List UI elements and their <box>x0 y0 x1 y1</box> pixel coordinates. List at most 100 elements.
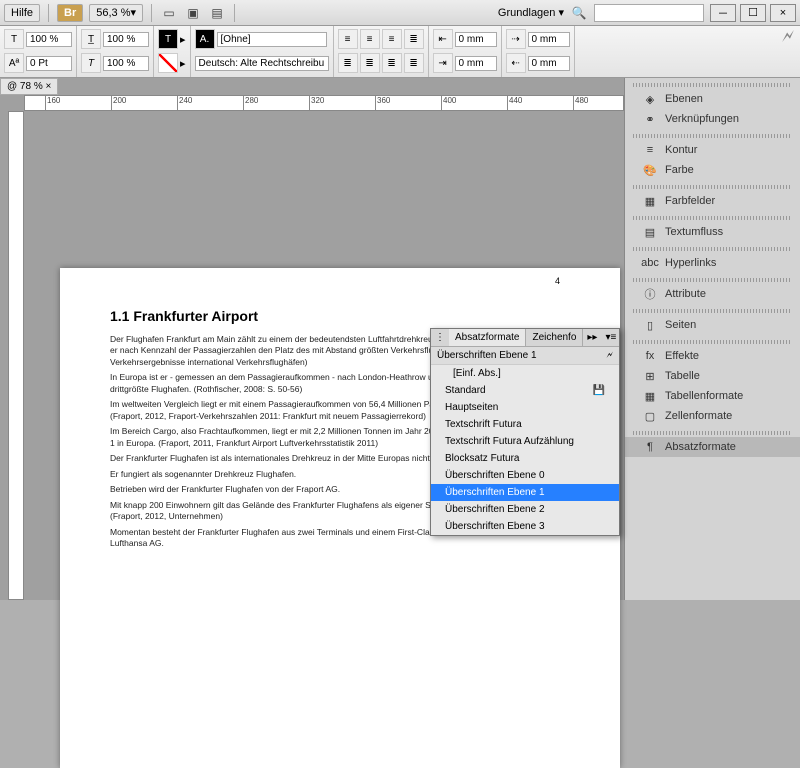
bridge-button[interactable]: Br <box>57 4 83 22</box>
panel-icon: ¶ <box>641 440 659 454</box>
panel-hyperlinks[interactable]: abc Hyperlinks <box>625 253 800 273</box>
skew-icon[interactable]: T <box>81 53 101 73</box>
panel-icon: ▤ <box>641 225 659 239</box>
font-size-x[interactable] <box>26 32 72 47</box>
justify-all-icon[interactable]: ≣ <box>404 53 424 73</box>
style-item[interactable]: Blocksatz Futura <box>431 450 619 467</box>
first-line[interactable] <box>528 32 570 47</box>
justify-right-icon[interactable]: ≣ <box>382 53 402 73</box>
language[interactable] <box>195 56 329 71</box>
panel-label: Attribute <box>665 288 706 300</box>
char-format-icon[interactable]: T <box>4 29 24 49</box>
panel-label: Effekte <box>665 350 699 362</box>
panel-icon: ▦ <box>641 194 659 208</box>
screen-mode-icon[interactable]: ▣ <box>184 4 202 22</box>
panel-collapse-icon[interactable]: ▸▸ <box>583 329 601 346</box>
indent-left-icon[interactable]: ⇤ <box>433 29 453 49</box>
panel-icon: ▦ <box>641 389 659 403</box>
leading-input[interactable] <box>26 56 72 71</box>
save-icon: 💾 <box>593 385 605 396</box>
search-input[interactable] <box>594 4 704 22</box>
panel-kontur[interactable]: ≡Kontur <box>625 140 800 160</box>
panel-ebenen[interactable]: ◈Ebenen <box>625 89 800 109</box>
indent-left[interactable] <box>455 32 497 47</box>
panel-label: Seiten <box>665 319 696 331</box>
minimize-button[interactable]: － <box>710 4 736 22</box>
char-style[interactable] <box>217 32 327 47</box>
maximize-button[interactable]: ☐ <box>740 4 766 22</box>
current-style: Überschriften Ebene 1 <box>437 350 537 361</box>
char-style-icon[interactable]: A. <box>195 29 215 49</box>
indent-right-icon[interactable]: ⇥ <box>433 53 453 73</box>
heading[interactable]: 1.1 Frankfurter Airport <box>110 308 570 324</box>
panel-icon: ⊞ <box>641 369 659 383</box>
panel-zellenformate[interactable]: ▢Zellenformate <box>625 406 800 426</box>
style-item[interactable]: Überschriften Ebene 0 <box>431 467 619 484</box>
panel-tabelle[interactable]: ⊞ Tabelle <box>625 366 800 386</box>
panel-icon: 🎨 <box>641 163 659 177</box>
scale-h[interactable] <box>103 32 149 47</box>
control-panel: T Aª T̲ T T▸ ▸ A. ≡ ≡ ≡ ≣ ≣ ≣ ≣ ≣ ⇤ ⇥ ⇢ … <box>0 26 800 78</box>
view-mode-icon[interactable]: ▭ <box>160 4 178 22</box>
menubar: Hilfe Br 56,3 % ▾ ▭ ▣ ▤ Grundlagen ▾ 🔍 －… <box>0 0 800 26</box>
help-menu[interactable]: Hilfe <box>4 4 40 22</box>
style-item[interactable]: Überschriften Ebene 3 <box>431 518 619 535</box>
tab-zeichenformate[interactable]: Zeichenfo <box>526 329 583 346</box>
style-item[interactable]: Überschriften Ebene 1 <box>431 484 619 501</box>
indent-right[interactable] <box>455 56 497 71</box>
panel-icon: ▯ <box>641 318 659 332</box>
justify-center-icon[interactable]: ≣ <box>360 53 380 73</box>
panel-farbe[interactable]: 🎨 Farbe <box>625 160 800 180</box>
style-item[interactable]: Textschrift Futura Aufzählung <box>431 433 619 450</box>
workspace-switcher[interactable]: Grundlagen ▾ <box>498 6 564 19</box>
align-center-icon[interactable]: ≡ <box>360 29 380 49</box>
fill-icon[interactable]: T <box>158 29 178 49</box>
style-item[interactable]: Standard💾 <box>431 382 619 399</box>
panel-label: Farbfelder <box>665 195 715 207</box>
style-item[interactable]: Überschriften Ebene 2 <box>431 501 619 518</box>
panel-label: Textumfluss <box>665 226 723 238</box>
zoom-level[interactable]: 56,3 % ▾ <box>89 4 143 22</box>
justify-left-icon[interactable]: ≣ <box>338 53 358 73</box>
page-number: 4 <box>555 276 560 286</box>
justify-icon[interactable]: ≣ <box>404 29 424 49</box>
style-item[interactable]: Textschrift Futura <box>431 416 619 433</box>
panel-icon: abc <box>641 256 659 270</box>
panel-label: Tabelle <box>665 370 700 382</box>
quick-apply-icon[interactable]: 🗲 <box>606 350 613 361</box>
panel-label: Hyperlinks <box>665 257 716 269</box>
panel-label: Tabellenformate <box>665 390 743 402</box>
stroke-icon[interactable] <box>158 53 178 73</box>
panel-tabellenformate[interactable]: ▦ Tabellenformate <box>625 386 800 406</box>
last-line[interactable] <box>528 56 570 71</box>
panel-label: Kontur <box>665 144 697 156</box>
panel-label: Ebenen <box>665 93 703 105</box>
panel-farbfelder[interactable]: ▦ Farbfelder <box>625 191 800 211</box>
panel-attribute[interactable]: ⓘAttribute <box>625 284 800 304</box>
scale-v[interactable] <box>103 56 149 71</box>
drag-handle-icon[interactable]: ⋮ <box>431 329 449 346</box>
doc-zoom-tab[interactable]: @ 78 % × <box>0 78 58 95</box>
style-item[interactable]: Hauptseiten <box>431 399 619 416</box>
panel-textumfluss[interactable]: ▤ Textumfluss <box>625 222 800 242</box>
scale-h-icon[interactable]: T̲ <box>81 29 101 49</box>
align-left-icon[interactable]: ≡ <box>338 29 358 49</box>
horizontal-ruler: 160200240280320360400440480 <box>24 95 624 111</box>
align-right-icon[interactable]: ≡ <box>382 29 402 49</box>
leading-icon[interactable]: Aª <box>4 53 24 73</box>
paragraph-styles-panel[interactable]: ⋮ Absatzformate Zeichenfo ▸▸ ▾≡ Überschr… <box>430 328 620 536</box>
panel-effekte[interactable]: fxEffekte <box>625 346 800 366</box>
panel-seiten[interactable]: ▯ Seiten <box>625 315 800 335</box>
panel-absatzformate[interactable]: ¶Absatzformate <box>625 437 800 457</box>
panel-verknüpfungen[interactable]: ⚭Verknüpfungen <box>625 109 800 129</box>
tab-absatzformate[interactable]: Absatzformate <box>449 329 526 346</box>
close-button[interactable]: × <box>770 4 796 22</box>
search-icon: 🔍 <box>570 4 588 22</box>
panel-label: Farbe <box>665 164 694 176</box>
style-item[interactable]: [Einf. Abs.] <box>431 365 619 382</box>
first-line-icon[interactable]: ⇢ <box>506 29 526 49</box>
quick-apply-icon[interactable]: 🗲 <box>776 26 800 77</box>
last-line-icon[interactable]: ⇠ <box>506 53 526 73</box>
panel-menu-icon[interactable]: ▾≡ <box>601 329 620 346</box>
arrange-icon[interactable]: ▤ <box>208 4 226 22</box>
